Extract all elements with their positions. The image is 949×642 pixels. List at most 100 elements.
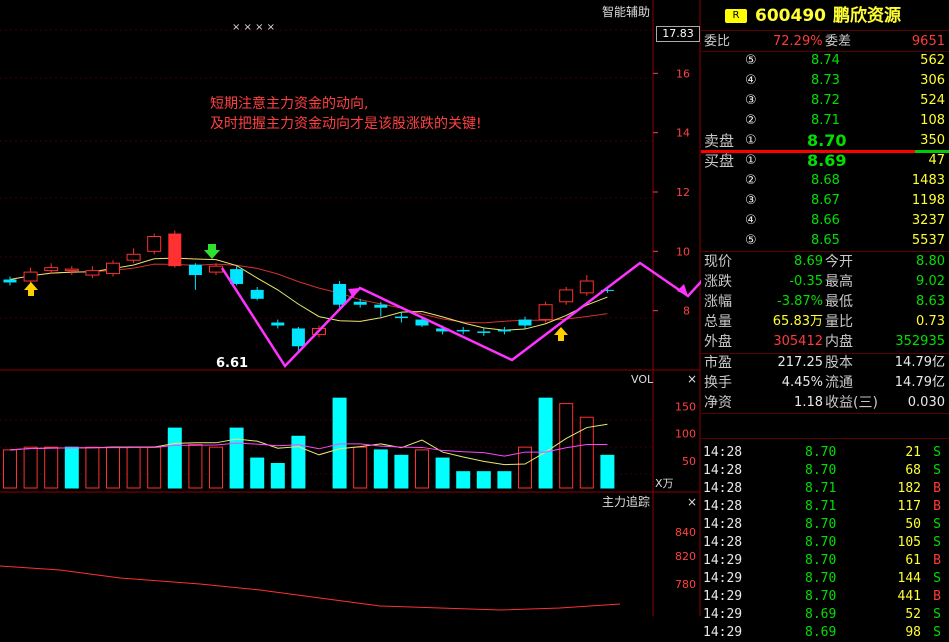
bid-row-4: ④ 8.66 3237 — [701, 212, 949, 230]
candle[interactable] — [3, 276, 17, 286]
stat-label: 涨跌 — [704, 274, 732, 290]
fund-label: 收益(三) — [825, 395, 878, 411]
ask-level: ④ — [745, 73, 757, 88]
volume-bar — [167, 427, 182, 489]
candle[interactable] — [497, 326, 511, 335]
tick-price: 8.70 — [805, 589, 837, 604]
volume-bar — [23, 446, 38, 489]
ask-price: 8.74 — [811, 53, 840, 68]
fundamental-row: 市盈 217.25 股本 14.79亿 — [701, 354, 949, 372]
tick-price: 8.70 — [805, 535, 837, 550]
stat-value: -3.87% — [777, 294, 823, 309]
fund-label: 市盈 — [704, 355, 732, 371]
tick-row: 14:28 8.70 21 S — [701, 444, 949, 462]
fund-value: 1.18 — [794, 395, 823, 410]
stat-value: 352935 — [895, 334, 945, 349]
candle[interactable] — [271, 319, 285, 329]
candle[interactable] — [250, 286, 264, 301]
bid-price: 8.68 — [811, 173, 840, 188]
candle[interactable] — [477, 328, 491, 336]
bid-row-5: ⑤ 8.65 5537 — [701, 232, 949, 250]
bid-level: ⑤ — [745, 233, 757, 248]
tick-time: 14:28 — [703, 535, 743, 550]
ask-level: ⑤ — [745, 53, 757, 68]
candle[interactable] — [106, 260, 120, 277]
candle[interactable] — [23, 267, 38, 284]
tick-row: 14:28 8.71 117 B — [701, 498, 949, 516]
candle[interactable] — [188, 263, 202, 290]
bid-price: 8.67 — [811, 193, 840, 208]
vol-unit: X万 — [655, 477, 674, 490]
candle[interactable] — [147, 233, 162, 255]
candle[interactable] — [64, 266, 79, 276]
stat-value: 8.69 — [794, 254, 823, 269]
bid-volume: 1198 — [911, 193, 945, 208]
fund-label: 流通 — [825, 375, 853, 391]
chart-title: 智能辅助 — [602, 4, 650, 19]
fundamental-row: 换手 4.45% 流通 14.79亿 — [701, 374, 949, 392]
tracker-close-icon[interactable]: × — [687, 495, 697, 509]
vol-title: VOL — [631, 373, 654, 386]
fund-value: 14.79亿 — [894, 355, 945, 370]
tick-price: 8.70 — [805, 517, 837, 532]
candle[interactable] — [126, 248, 141, 264]
volume-bar — [270, 463, 285, 489]
candle[interactable] — [209, 263, 223, 276]
candle[interactable] — [85, 266, 100, 279]
tick-price: 8.69 — [805, 607, 837, 622]
tick-volume: 182 — [897, 481, 921, 496]
tick-row: 14:29 8.70 144 S — [701, 570, 949, 588]
ask-volume: 306 — [920, 73, 945, 88]
fund-value: 4.45% — [781, 375, 823, 390]
stat-value: 9.02 — [916, 274, 945, 289]
candle[interactable] — [559, 286, 574, 305]
stat-value: 8.63 — [916, 294, 945, 309]
ask-price: 8.72 — [811, 93, 840, 108]
volume-bar — [353, 446, 368, 489]
weibi-label: 委比 — [704, 34, 731, 49]
volume-bar — [64, 446, 79, 489]
stat-label: 内盘 — [825, 334, 853, 350]
candle[interactable] — [579, 275, 594, 296]
vol-ma-line — [9, 423, 608, 466]
tick-time: 14:28 — [703, 481, 743, 496]
candle[interactable] — [538, 301, 553, 323]
volume-bar — [332, 397, 347, 489]
ma-line — [9, 257, 608, 331]
buy-signal-icon — [554, 327, 568, 341]
tick-volume: 98 — [905, 625, 921, 640]
low-price-label: 6.61 — [216, 356, 248, 371]
bid-volume: 1483 — [911, 173, 945, 188]
tick-volume: 61 — [905, 553, 921, 568]
tick-price: 8.70 — [805, 571, 837, 586]
candle[interactable] — [374, 301, 388, 317]
stat-row: 现价 8.69 今开 8.80 — [701, 253, 949, 271]
tick-side: B — [933, 553, 941, 568]
vol-close-icon[interactable]: × — [687, 372, 697, 386]
tick-side: S — [933, 625, 941, 640]
tracker-tick-label: 840 — [675, 526, 696, 539]
fund-label: 净资 — [704, 395, 732, 411]
buy-signal-icon — [24, 282, 38, 296]
tick-time: 14:28 — [703, 499, 743, 514]
tick-time: 14:29 — [703, 625, 743, 640]
candle[interactable] — [168, 230, 182, 268]
tick-price: 8.70 — [805, 553, 837, 568]
volume-bar — [209, 446, 223, 489]
tick-side: B — [933, 499, 941, 514]
vol-ma-line — [9, 442, 608, 457]
tracker-tick-label: 780 — [675, 578, 696, 591]
tick-side: B — [933, 589, 941, 604]
volume-bar — [106, 446, 120, 489]
stat-label: 量比 — [825, 314, 853, 330]
y-tick-label: 12 — [676, 186, 690, 199]
candle[interactable] — [44, 263, 59, 274]
tick-row: 14:29 8.69 52 S — [701, 606, 949, 624]
volume-bar — [44, 446, 59, 489]
ask-level: ③ — [745, 93, 757, 108]
tick-time: 14:29 — [703, 607, 743, 622]
ask-price: 8.70 — [807, 131, 847, 150]
candle[interactable] — [456, 326, 470, 335]
stat-label: 最低 — [825, 294, 853, 310]
tick-price: 8.70 — [805, 445, 837, 460]
